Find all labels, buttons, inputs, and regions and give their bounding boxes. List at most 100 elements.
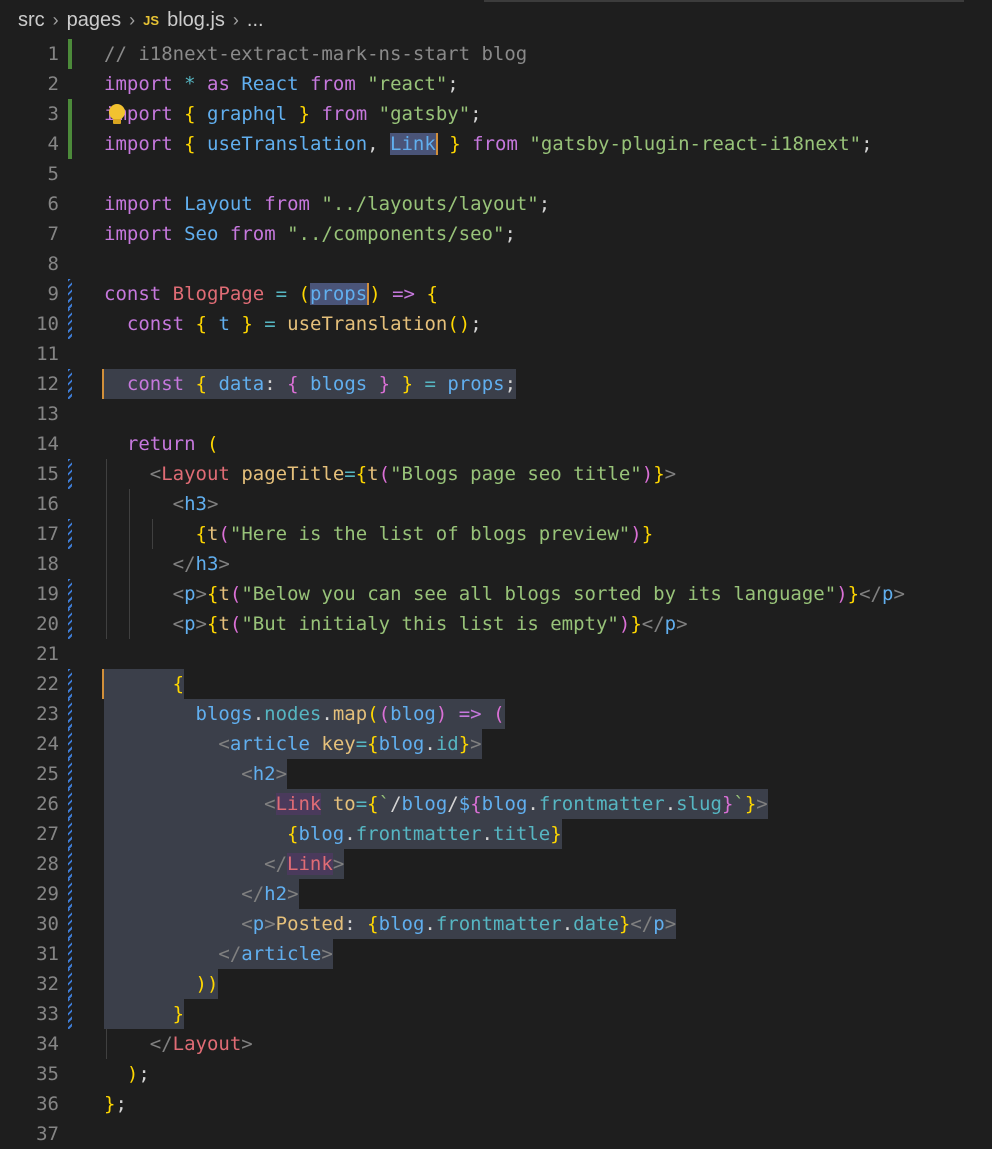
code-line[interactable]: 12 const { data: { blogs } } = props; [0, 369, 992, 399]
line-number: 30 [36, 913, 59, 935]
code-line[interactable]: 19 <p>{t("Below you can see all blogs so… [0, 579, 992, 609]
code-line[interactable]: 36}; [0, 1089, 992, 1119]
code-text: </article> [104, 939, 333, 969]
code-line[interactable]: 3 import { graphql } from "gatsby"; [0, 99, 992, 129]
code-line[interactable]: 30 <p>Posted: {blog.frontmatter.date}</p… [0, 909, 992, 939]
code-line[interactable]: 20 <p>{t("But initialy this list is empt… [0, 609, 992, 639]
code-line[interactable]: 9 const BlogPage = (props) => { [0, 279, 992, 309]
git-modified-marker[interactable] [68, 819, 72, 849]
git-modified-marker[interactable] [68, 669, 72, 699]
code-line[interactable]: 27 {blog.frontmatter.title} [0, 819, 992, 849]
code-line[interactable]: 18 </h3> [0, 549, 992, 579]
code-text: <h2> [104, 759, 288, 789]
code-line[interactable]: 2 import * as React from "react"; [0, 69, 992, 99]
line-number: 4 [47, 133, 59, 155]
code-text: <Link to={`/blog/${blog.frontmatter.slug… [104, 789, 768, 819]
code-line[interactable]: 33 } [0, 999, 992, 1029]
code-line[interactable]: 4 import { useTranslation, Link } from "g… [0, 129, 992, 159]
line-number: 11 [36, 343, 59, 365]
lightbulb-icon[interactable] [107, 103, 127, 127]
git-modified-marker[interactable] [68, 759, 72, 789]
code-line[interactable]: 15 <Layout pageTitle={t("Blogs page seo … [0, 459, 992, 489]
line-number: 22 [36, 673, 59, 695]
line-number: 29 [36, 883, 59, 905]
code-text: const { t } = useTranslation(); [126, 313, 482, 335]
code-editor[interactable]: 1 // i18next-extract-mark-ns-start blog 2 i… [0, 39, 992, 1149]
breadcrumb-item-symbol[interactable]: ... [247, 9, 264, 32]
git-added-marker[interactable] [68, 129, 72, 159]
code-line[interactable]: 29 </h2> [0, 879, 992, 909]
git-modified-marker[interactable] [68, 789, 72, 819]
git-modified-marker[interactable] [68, 309, 72, 339]
git-modified-marker[interactable] [68, 369, 72, 399]
breadcrumb-item-pages[interactable]: pages [67, 9, 122, 32]
code-line[interactable]: 14 return ( [0, 429, 992, 459]
code-line[interactable]: 17 {t("Here is the list of blogs preview… [0, 519, 992, 549]
line-number: 3 [47, 103, 59, 125]
code-text: <Layout pageTitle={t("Blogs page seo tit… [149, 463, 677, 485]
git-modified-marker[interactable] [68, 909, 72, 939]
code-line[interactable]: 13 [0, 399, 992, 429]
git-added-marker[interactable] [68, 39, 72, 69]
code-text: import { useTranslation, Link } from "ga… [104, 133, 873, 155]
code-line[interactable]: 11 [0, 339, 992, 369]
git-modified-marker[interactable] [68, 519, 72, 549]
code-line[interactable]: 22 { [0, 669, 992, 699]
code-text: import { graphql } from "gatsby"; [104, 103, 482, 125]
git-modified-marker[interactable] [68, 699, 72, 729]
line-number: 28 [36, 853, 59, 875]
code-text: { [104, 669, 185, 699]
code-text: } [104, 999, 185, 1029]
git-modified-marker[interactable] [68, 939, 72, 969]
line-number: 35 [36, 1063, 59, 1085]
line-number: 19 [36, 583, 59, 605]
git-modified-marker[interactable] [68, 849, 72, 879]
line-number: 14 [36, 433, 59, 455]
code-text: )) [104, 969, 219, 999]
code-line[interactable]: 1 // i18next-extract-mark-ns-start blog [0, 39, 992, 69]
git-modified-marker[interactable] [68, 879, 72, 909]
git-modified-marker[interactable] [68, 579, 72, 609]
code-line[interactable]: 25 <h2> [0, 759, 992, 789]
breadcrumb-item-src[interactable]: src [18, 9, 45, 32]
code-line[interactable]: 10 const { t } = useTranslation(); [0, 309, 992, 339]
line-number: 15 [36, 463, 59, 485]
code-line[interactable]: 21 [0, 639, 992, 669]
code-line[interactable]: 24 <article key={blog.id}> [0, 729, 992, 759]
code-line[interactable]: 31 </article> [0, 939, 992, 969]
line-number: 27 [36, 823, 59, 845]
breadcrumb-item-file[interactable]: blog.js [167, 9, 225, 32]
code-text: import * as React from "react"; [104, 73, 459, 95]
git-modified-marker[interactable] [68, 969, 72, 999]
line-number: 16 [36, 493, 59, 515]
code-line[interactable]: 16 <h3> [0, 489, 992, 519]
line-number: 7 [47, 223, 59, 245]
git-modified-marker[interactable] [68, 999, 72, 1029]
top-edge [0, 0, 992, 3]
line-number: 37 [36, 1123, 59, 1145]
chevron-right-icon: › [129, 9, 136, 30]
git-added-marker[interactable] [68, 99, 72, 129]
git-modified-marker[interactable] [68, 459, 72, 489]
chevron-right-icon: › [232, 9, 239, 30]
code-line[interactable]: 5 [0, 159, 992, 189]
code-text: const BlogPage = (props) => { [104, 283, 438, 305]
code-line[interactable]: 7 import Seo from "../components/seo"; [0, 219, 992, 249]
code-text: const { data: { blogs } } = props; [104, 369, 517, 399]
git-modified-marker[interactable] [68, 729, 72, 759]
chevron-right-icon: › [52, 9, 59, 30]
git-modified-marker[interactable] [68, 609, 72, 639]
code-line[interactable]: 28 </Link> [0, 849, 992, 879]
code-line[interactable]: 37 [0, 1119, 992, 1149]
code-line[interactable]: 34 </Layout> [0, 1029, 992, 1059]
code-text: </h3> [172, 553, 230, 575]
code-line[interactable]: 26 <Link to={`/blog/${blog.frontmatter.s… [0, 789, 992, 819]
line-number: 23 [36, 703, 59, 725]
code-line[interactable]: 23 blogs.nodes.map((blog) => ( [0, 699, 992, 729]
code-line[interactable]: 8 [0, 249, 992, 279]
code-line[interactable]: 32 )) [0, 969, 992, 999]
git-modified-marker[interactable] [68, 279, 72, 309]
breadcrumb: src › pages › JS blog.js › ... [18, 6, 264, 34]
code-line[interactable]: 6 import Layout from "../layouts/layout"; [0, 189, 992, 219]
code-line[interactable]: 35 ); [0, 1059, 992, 1089]
